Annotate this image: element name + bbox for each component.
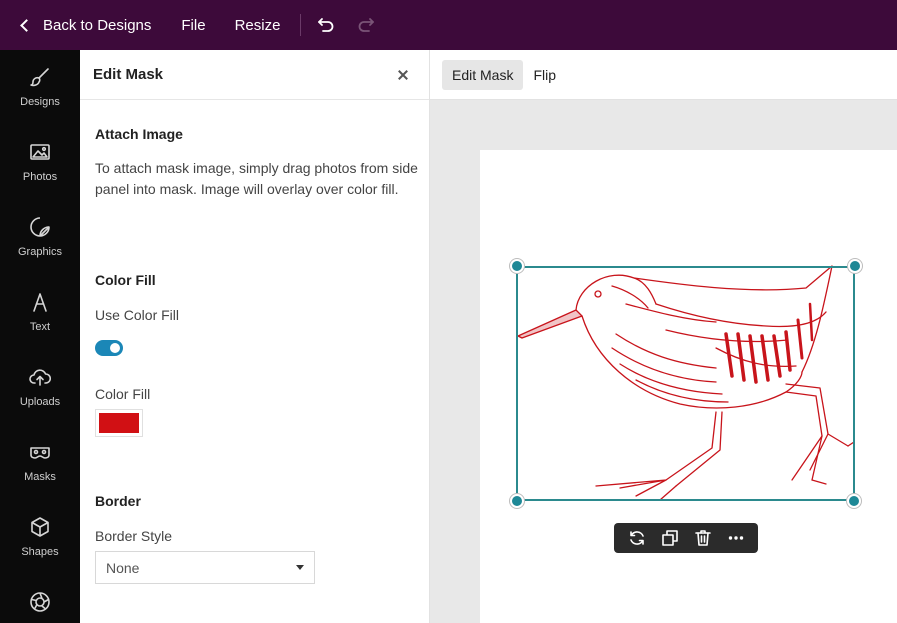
attach-image-description: To attach mask image, simply drag photos…	[95, 160, 418, 197]
rail-item-label: Masks	[24, 471, 56, 483]
border-style-value: None	[106, 559, 140, 576]
rail-item-uploads[interactable]: Uploads	[0, 350, 80, 425]
rail-item-photos[interactable]: Photos	[0, 125, 80, 200]
rail-item-masks[interactable]: Masks	[0, 425, 80, 500]
resize-menu[interactable]: Resize	[235, 17, 281, 34]
canvas-toolbar: Edit Mask Flip	[430, 50, 897, 100]
top-bar: Back to Designs File Resize	[0, 0, 897, 50]
file-menu[interactable]: File	[181, 17, 205, 34]
left-nav-rail: Designs Photos Graphics Text Uploads Mas…	[0, 50, 80, 623]
rail-item-label: Photos	[22, 171, 58, 183]
border-heading: Border	[95, 493, 141, 509]
use-color-fill-toggle[interactable]	[95, 340, 123, 356]
cloud-upload-icon	[29, 366, 51, 388]
panel-header: Edit Mask	[80, 50, 429, 100]
aperture-icon	[29, 591, 51, 613]
rail-item-shapes[interactable]: Shapes	[0, 500, 80, 575]
duplicate-icon	[661, 530, 678, 546]
caret-down-icon	[296, 565, 304, 570]
chevron-left-icon	[20, 18, 33, 32]
resize-handle-bottom-right[interactable]	[847, 494, 861, 508]
back-to-designs-button[interactable]: Back to Designs	[20, 16, 152, 34]
rail-item-label: Shapes	[21, 546, 59, 558]
more-horizontal-icon	[728, 536, 743, 540]
edit-mask-panel: Edit Mask Attach Image To attach mask im…	[80, 50, 430, 623]
rail-item-label: Designs	[20, 96, 60, 108]
redo-icon	[359, 18, 375, 32]
panel-title: Edit Mask	[93, 66, 164, 83]
toolbar-divider	[300, 14, 302, 36]
trash-icon	[694, 530, 711, 546]
undo-button[interactable]	[317, 16, 335, 34]
rail-item-text[interactable]: Text	[0, 275, 80, 350]
element-floating-toolbar	[614, 523, 758, 553]
back-to-designs-label: Back to Designs	[43, 16, 152, 34]
sticker-icon	[29, 216, 51, 238]
undo-icon	[318, 18, 334, 32]
replace-button[interactable]	[627, 528, 647, 548]
resize-handle-top-right[interactable]	[848, 259, 862, 273]
flip-button[interactable]: Flip	[533, 60, 556, 90]
color-fill-swatch-button[interactable]	[95, 409, 143, 437]
redo-button[interactable]	[357, 16, 375, 34]
mask-icon	[29, 441, 51, 463]
rail-item-graphics[interactable]: Graphics	[0, 200, 80, 275]
duplicate-button[interactable]	[660, 528, 680, 548]
refresh-icon	[629, 531, 644, 545]
color-fill-swatch	[99, 413, 139, 433]
cube-icon	[29, 516, 51, 538]
attach-image-heading: Attach Image	[95, 126, 183, 142]
delete-button[interactable]	[693, 528, 713, 548]
rail-item-aperture[interactable]	[0, 575, 80, 623]
color-fill-heading: Color Fill	[95, 272, 156, 288]
rail-item-label: Uploads	[19, 396, 61, 408]
border-style-label: Border Style	[95, 528, 173, 544]
rail-item-label: Text	[29, 321, 51, 333]
toggle-knob	[110, 343, 120, 353]
color-fill-label: Color Fill	[95, 386, 151, 402]
brush-icon	[29, 66, 51, 88]
text-icon	[29, 291, 51, 313]
border-style-select[interactable]: None	[95, 551, 315, 584]
resize-handle-top-left[interactable]	[510, 259, 524, 273]
image-icon	[29, 141, 51, 163]
close-icon[interactable]	[396, 68, 410, 82]
use-color-fill-label: Use Color Fill	[95, 307, 180, 323]
rail-item-designs[interactable]: Designs	[0, 50, 80, 125]
resize-handle-bottom-left[interactable]	[510, 494, 524, 508]
rail-item-label: Graphics	[17, 246, 63, 258]
more-options-button[interactable]	[726, 528, 746, 548]
selection-box	[516, 266, 855, 501]
edit-mask-button[interactable]: Edit Mask	[442, 59, 524, 90]
